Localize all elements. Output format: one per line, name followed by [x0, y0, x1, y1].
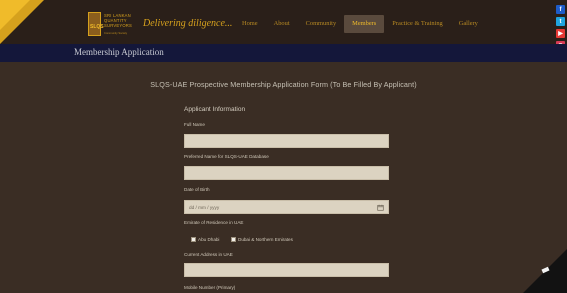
emirate-option-dubai[interactable]: Dubai & Northern Emirates [231, 236, 293, 242]
address-input[interactable] [184, 263, 389, 277]
nav-gallery[interactable]: Gallery [451, 15, 486, 33]
section-title: Applicant Information [184, 106, 246, 113]
mobile-label: Mobile Number (Primary) [184, 285, 236, 290]
dubai-radio[interactable] [231, 236, 236, 242]
nav-home[interactable]: Home [234, 15, 266, 33]
decorative-corner-inner [0, 0, 30, 30]
logo-acronym: SLQS [90, 24, 104, 30]
address-label: Current Address in UAE [184, 252, 233, 257]
preferred-name-label: Preferred Name for SLQS-UAE Database [184, 154, 269, 159]
main-nav: Home About Community Members Practice & … [234, 15, 486, 33]
dob-label: Date of Birth [184, 187, 210, 192]
nav-about[interactable]: About [266, 15, 298, 33]
twitter-icon[interactable]: t [556, 17, 565, 26]
abu-dhabi-label: Abu Dhabi [198, 236, 220, 242]
emirate-option-abu-dhabi[interactable]: Abu Dhabi [191, 236, 219, 242]
youtube-icon[interactable]: ▶ [556, 29, 565, 38]
nav-community[interactable]: Community [298, 15, 345, 33]
site-header: SLQS SRI LANKAN QUANTITY SURVEYORS Commu… [0, 0, 567, 50]
dob-input[interactable]: dd / mm / yyyy [184, 200, 389, 214]
emirate-options: Abu Dhabi Dubai & Northern Emirates [184, 235, 389, 243]
full-name-input[interactable] [184, 134, 389, 148]
facebook-icon[interactable]: f [556, 5, 565, 14]
full-name-label: Full Name [184, 122, 205, 127]
dob-placeholder: dd / mm / yyyy [189, 205, 220, 210]
logo-subtext: Community Society [104, 32, 128, 35]
page-title: Membership Application [74, 47, 164, 57]
nav-members[interactable]: Members [344, 15, 385, 33]
emirate-label: Emirate of Residence in UAE [184, 220, 244, 225]
site-logo[interactable]: SLQS SRI LANKAN QUANTITY SURVEYORS Commu… [88, 12, 136, 36]
site-tagline: Delivering diligence... [143, 18, 233, 29]
logo-text: SRI LANKAN QUANTITY SURVEYORS [104, 13, 144, 28]
form-title: SLQS-UAE Prospective Membership Applicat… [150, 80, 417, 89]
nav-practice-training[interactable]: Practice & Training [384, 15, 450, 33]
logo-line-3: SURVEYORS [104, 23, 133, 28]
abu-dhabi-radio[interactable] [191, 236, 196, 242]
logo-mark: SLQS [88, 12, 104, 36]
dubai-label: Dubai & Northern Emirates [238, 236, 293, 242]
calendar-icon[interactable] [377, 204, 384, 211]
preferred-name-input[interactable] [184, 166, 389, 180]
page-title-bar: Membership Application [0, 44, 567, 62]
